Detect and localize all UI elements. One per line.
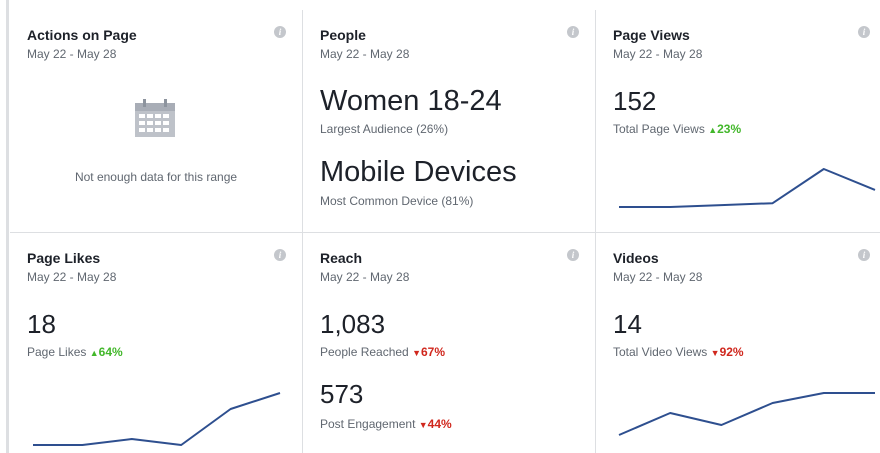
largest-audience-label: Largest Audience (26%) <box>320 122 449 136</box>
largest-audience-value: Women 18-24 <box>320 85 502 117</box>
arrow-down-icon: ▼ <box>418 420 428 430</box>
card-videos[interactable]: Videos May 22 - May 28 i 14 Total Video … <box>596 233 880 453</box>
arrow-down-icon: ▼ <box>412 348 421 358</box>
engagement-delta: ▼44% <box>419 417 452 431</box>
common-device-label: Most Common Device (81%) <box>320 194 474 208</box>
info-icon[interactable]: i <box>567 26 579 38</box>
engagement-label: Post Engagement <box>320 417 416 431</box>
empty-state-message: Not enough data for this range <box>74 170 238 184</box>
card-title: Actions on Page <box>27 27 137 43</box>
info-icon[interactable]: i <box>567 249 579 261</box>
reach-delta-value: 67% <box>421 345 446 359</box>
page-likes-sparkline <box>33 392 281 446</box>
left-rule <box>6 0 9 453</box>
reach-label: People Reached <box>320 345 409 359</box>
engagement-delta-value: 44% <box>427 417 452 431</box>
card-actions-on-page[interactable]: Actions on Page May 22 - May 28 i Not en… <box>10 10 302 232</box>
engagement-caption: Post Engagement ▼44% <box>320 417 452 431</box>
reach-value: 1,083 <box>320 309 386 339</box>
page-views-sparkline <box>619 168 876 208</box>
reach-caption: People Reached ▼67% <box>320 345 445 359</box>
card-people[interactable]: People May 22 - May 28 i Women 18-24 Lar… <box>303 10 595 232</box>
card-date: May 22 - May 28 <box>320 47 410 61</box>
common-device-value: Mobile Devices <box>320 156 517 188</box>
calendar-icon <box>135 99 175 137</box>
videos-sparkline <box>618 392 875 436</box>
sparkline-series <box>33 392 281 446</box>
insights-grid: Actions on Page May 22 - May 28 i Not en… <box>10 10 880 453</box>
card-date: May 22 - May 28 <box>27 47 117 61</box>
card-page-views[interactable]: Page Views May 22 - May 28 i 152 Total P… <box>596 10 880 232</box>
card-title: Reach <box>320 250 363 266</box>
info-icon[interactable]: i <box>274 26 286 38</box>
card-title: People <box>320 27 366 43</box>
engagement-value: 573 <box>320 379 364 409</box>
sparkline-series <box>619 168 876 208</box>
sparkline-series <box>618 392 875 436</box>
card-date: May 22 - May 28 <box>320 270 410 284</box>
card-reach[interactable]: Reach May 22 - May 28 i 1,083 People Rea… <box>303 233 595 453</box>
card-page-likes[interactable]: Page Likes May 22 - May 28 i 18 Page Lik… <box>10 233 302 453</box>
reach-delta: ▼67% <box>412 345 445 359</box>
